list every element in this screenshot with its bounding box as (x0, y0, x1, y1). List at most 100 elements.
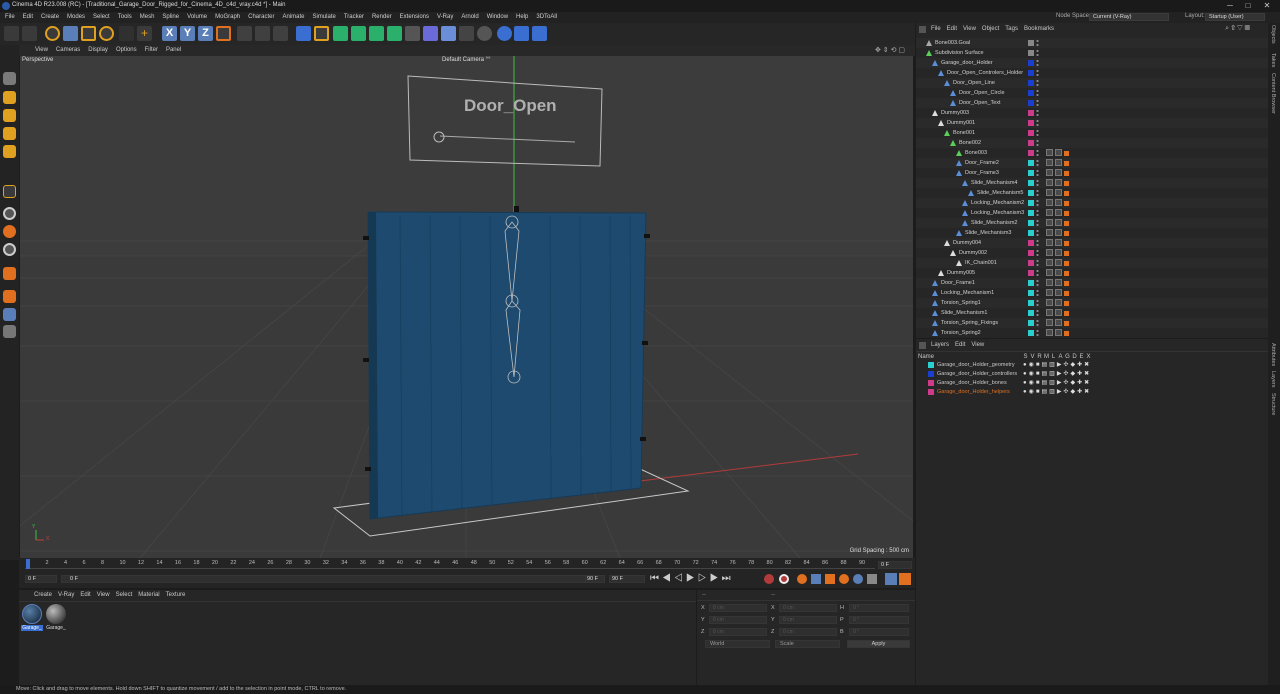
playback-controls[interactable]: ⏮◀◁▶▷▶⏭ (650, 573, 734, 584)
object-menu-file[interactable]: File (928, 25, 944, 34)
object-tag-icon[interactable] (1064, 241, 1069, 246)
object-name[interactable]: Slide_Mechanism3 (965, 228, 1011, 238)
object-row[interactable]: Dummy005 (916, 268, 1268, 278)
visibility-dots[interactable] (1036, 209, 1039, 217)
object-tag-icon[interactable] (1055, 269, 1062, 276)
object-tag-icon[interactable] (1046, 239, 1053, 246)
object-tag-icon[interactable] (1055, 279, 1062, 286)
key-rotation-icon[interactable] (839, 574, 849, 584)
object-tag-icon[interactable] (1064, 301, 1069, 306)
menu-create[interactable]: Create (37, 12, 63, 23)
object-tag-icon[interactable] (1064, 221, 1069, 226)
object-name[interactable]: Door_Frame1 (941, 278, 975, 288)
key-scale-icon[interactable] (825, 574, 835, 584)
object-row[interactable]: Bone003 (916, 148, 1268, 158)
visibility-dots[interactable] (1036, 199, 1039, 207)
menu-3dtoall[interactable]: 3DToAll (532, 12, 561, 23)
coord-mode-dropdown[interactable]: World (705, 640, 770, 648)
z-axis-lock-button[interactable]: Z (198, 26, 213, 41)
menu-character[interactable]: Character (244, 12, 278, 23)
planar-workplane-icon[interactable] (3, 290, 16, 303)
camera-label[interactable]: Default Camera °° (442, 57, 490, 63)
object-row[interactable]: Locking_Mechanism1 (916, 288, 1268, 298)
object-tag-icon[interactable] (1064, 231, 1069, 236)
playhead-marker[interactable] (26, 559, 30, 569)
object-row[interactable]: Locking_Mechanism3 (916, 208, 1268, 218)
object-tag-icon[interactable] (1055, 309, 1062, 316)
object-row[interactable]: Door_Frame1 (916, 278, 1268, 288)
object-tag-icon[interactable] (1055, 239, 1062, 246)
object-row[interactable]: IK_Chain001 (916, 258, 1268, 268)
timeline-ruler[interactable]: 0246810121416182022242628303234363840424… (25, 559, 875, 569)
object-tag-icon[interactable] (1055, 299, 1062, 306)
transform-icon[interactable]: + (137, 26, 152, 41)
record-icon[interactable] (764, 574, 774, 584)
coord-rot-field[interactable]: 0 ° (849, 628, 909, 636)
object-row[interactable]: Door_Open_Circle (916, 88, 1268, 98)
object-menu-tags[interactable]: Tags (1002, 25, 1021, 34)
object-name[interactable]: Dummy001 (947, 118, 975, 128)
viewport-menu-options[interactable]: Options (112, 45, 141, 56)
object-tag-icon[interactable] (1046, 219, 1053, 226)
visibility-dots[interactable] (1036, 189, 1039, 197)
menu-volume[interactable]: Volume (183, 12, 211, 23)
visibility-dots[interactable] (1036, 179, 1039, 187)
object-name[interactable]: Bone003 (965, 148, 987, 158)
visibility-dots[interactable] (1036, 159, 1039, 167)
object-tag-icon[interactable] (1046, 169, 1053, 176)
layer-name[interactable]: Garage_door_Holder_helpers (937, 388, 1010, 397)
render-view-icon[interactable] (237, 26, 252, 41)
cube-icon[interactable] (296, 26, 311, 41)
render-settings-icon[interactable] (273, 26, 288, 41)
apply-button[interactable]: Apply (847, 640, 910, 648)
key-position-icon[interactable] (811, 574, 821, 584)
object-row[interactable]: Door_Frame3 (916, 168, 1268, 178)
layer-color-swatch[interactable] (928, 362, 934, 368)
y-axis-lock-button[interactable]: Y (180, 26, 195, 41)
vray-render-icon[interactable] (514, 26, 529, 41)
visibility-dots[interactable] (1036, 79, 1039, 87)
scheme-icon[interactable] (885, 573, 897, 585)
object-tag-icon[interactable] (1064, 171, 1069, 176)
preview-range-end[interactable]: 90 F (585, 575, 605, 583)
undo-icon[interactable] (4, 26, 19, 41)
visibility-dots[interactable] (1036, 299, 1039, 307)
deformer-icon[interactable] (405, 26, 420, 41)
model-mode-icon[interactable] (3, 72, 16, 85)
menu-edit[interactable]: Edit (19, 12, 37, 23)
layer-color-swatch[interactable] (928, 371, 934, 377)
object-name[interactable]: Slide_Mechanism4 (971, 178, 1017, 188)
layer-row[interactable]: Garage_door_Holder_geometry ●◉■▤▥▶✣◆✚✖ (916, 361, 1268, 370)
object-name[interactable]: Slide_Mechanism5 (977, 188, 1023, 198)
side-tab-layers[interactable]: Layers (1270, 371, 1276, 388)
layer-col-e[interactable]: E (1078, 353, 1085, 361)
object-tag-icon[interactable] (1064, 151, 1069, 156)
layer-col-v[interactable]: V (1029, 353, 1036, 361)
cloner-icon[interactable] (387, 26, 402, 41)
object-tag-icon[interactable] (1064, 181, 1069, 186)
object-tag-icon[interactable] (1046, 159, 1053, 166)
visibility-dots[interactable] (1036, 149, 1039, 157)
visibility-dots[interactable] (1036, 279, 1039, 287)
coord-rot-field[interactable]: 0 ° (849, 616, 909, 624)
object-name[interactable]: Torsion_Spring1 (941, 298, 981, 308)
snap-settings-icon[interactable] (3, 225, 16, 238)
object-row[interactable]: Dummy003 (916, 108, 1268, 118)
object-tag-icon[interactable] (1064, 321, 1069, 326)
object-tag-icon[interactable] (1046, 149, 1053, 156)
object-name[interactable]: Bone003.Goal (935, 38, 970, 48)
solo-icon[interactable] (3, 308, 16, 321)
layer-col-a[interactable]: A (1057, 353, 1064, 361)
visibility-dots[interactable] (1036, 139, 1039, 147)
object-tag-icon[interactable] (1046, 179, 1053, 186)
array-icon[interactable] (351, 26, 366, 41)
edges-mode-icon[interactable] (3, 127, 16, 140)
object-tag-icon[interactable] (1046, 209, 1053, 216)
object-tag-icon[interactable] (1064, 161, 1069, 166)
object-tag-icon[interactable] (1064, 271, 1069, 276)
menu-file[interactable]: File (1, 12, 19, 23)
points-mode-icon[interactable] (3, 109, 16, 122)
visibility-dots[interactable] (1036, 239, 1039, 247)
preview-range-start[interactable]: 0 F (61, 575, 605, 583)
layer-col-d[interactable]: D (1071, 353, 1078, 361)
